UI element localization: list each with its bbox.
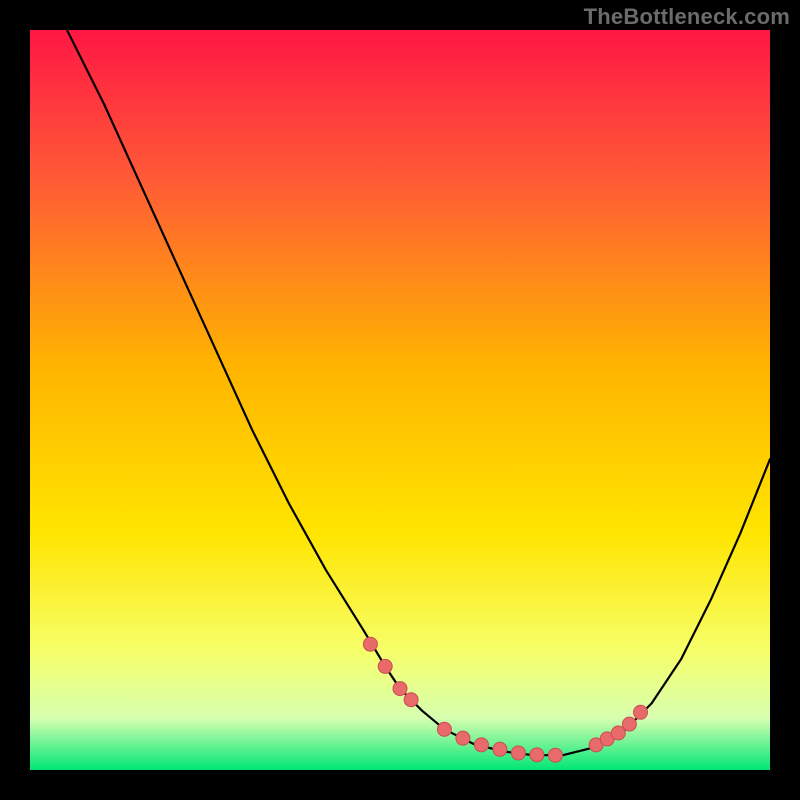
curve-marker-dot <box>404 693 418 707</box>
curve-marker-dot <box>437 722 451 736</box>
bottleneck-chart <box>30 30 770 770</box>
curve-marker-dot <box>548 748 562 762</box>
curve-marker-dot <box>393 682 407 696</box>
curve-marker-dot <box>622 717 636 731</box>
curve-marker-dot <box>378 659 392 673</box>
curve-marker-dot <box>530 748 544 762</box>
curve-marker-dot <box>511 746 525 760</box>
gradient-background <box>30 30 770 770</box>
curve-marker-dot <box>474 738 488 752</box>
curve-marker-dot <box>363 637 377 651</box>
watermark-text: TheBottleneck.com <box>584 4 790 30</box>
curve-marker-dot <box>634 705 648 719</box>
curve-marker-dot <box>493 742 507 756</box>
curve-marker-dot <box>456 731 470 745</box>
